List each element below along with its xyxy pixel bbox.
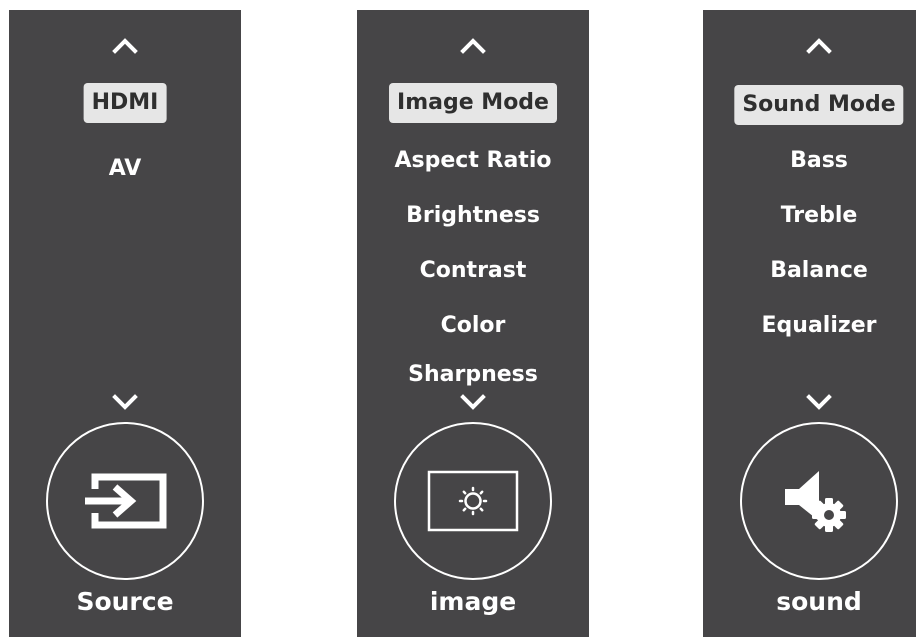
image-button[interactable] xyxy=(394,422,552,580)
image-item-contrast[interactable]: Contrast xyxy=(420,258,527,284)
scroll-down-chevron-icon[interactable] xyxy=(460,394,486,410)
source-button[interactable] xyxy=(46,422,204,580)
sound-settings-icon xyxy=(785,471,846,532)
source-item-av[interactable]: AV xyxy=(109,156,142,182)
sound-item-sound-mode[interactable]: Sound Mode xyxy=(734,85,904,125)
source-input-icon xyxy=(85,473,167,529)
scroll-up-chevron-icon[interactable] xyxy=(806,38,832,54)
image-panel: Image Mode Aspect Ratio Brightness Contr… xyxy=(357,10,589,637)
scroll-down-chevron-icon[interactable] xyxy=(112,394,138,410)
picture-settings-icon xyxy=(427,470,519,532)
sound-panel: Sound Mode Bass Treble Balance Equalizer… xyxy=(703,10,916,637)
source-panel-label: Source xyxy=(76,587,174,616)
image-item-aspect-ratio[interactable]: Aspect Ratio xyxy=(395,148,552,174)
scroll-up-chevron-icon[interactable] xyxy=(460,38,486,54)
source-panel: HDMI AV Source xyxy=(9,10,241,637)
source-item-hdmi[interactable]: HDMI xyxy=(83,83,167,123)
image-item-image-mode[interactable]: Image Mode xyxy=(389,83,557,123)
image-item-color[interactable]: Color xyxy=(441,313,506,339)
sound-panel-label: sound xyxy=(776,587,862,616)
scroll-up-chevron-icon[interactable] xyxy=(112,38,138,54)
sound-item-bass[interactable]: Bass xyxy=(790,148,848,174)
image-panel-label: image xyxy=(429,587,517,616)
sound-item-balance[interactable]: Balance xyxy=(770,258,868,284)
scroll-down-chevron-icon[interactable] xyxy=(806,394,832,410)
sound-button[interactable] xyxy=(740,422,898,580)
sound-item-treble[interactable]: Treble xyxy=(781,203,858,229)
image-item-brightness[interactable]: Brightness xyxy=(406,203,540,229)
sound-item-equalizer[interactable]: Equalizer xyxy=(762,313,877,339)
image-item-sharpness[interactable]: Sharpness xyxy=(408,362,538,388)
